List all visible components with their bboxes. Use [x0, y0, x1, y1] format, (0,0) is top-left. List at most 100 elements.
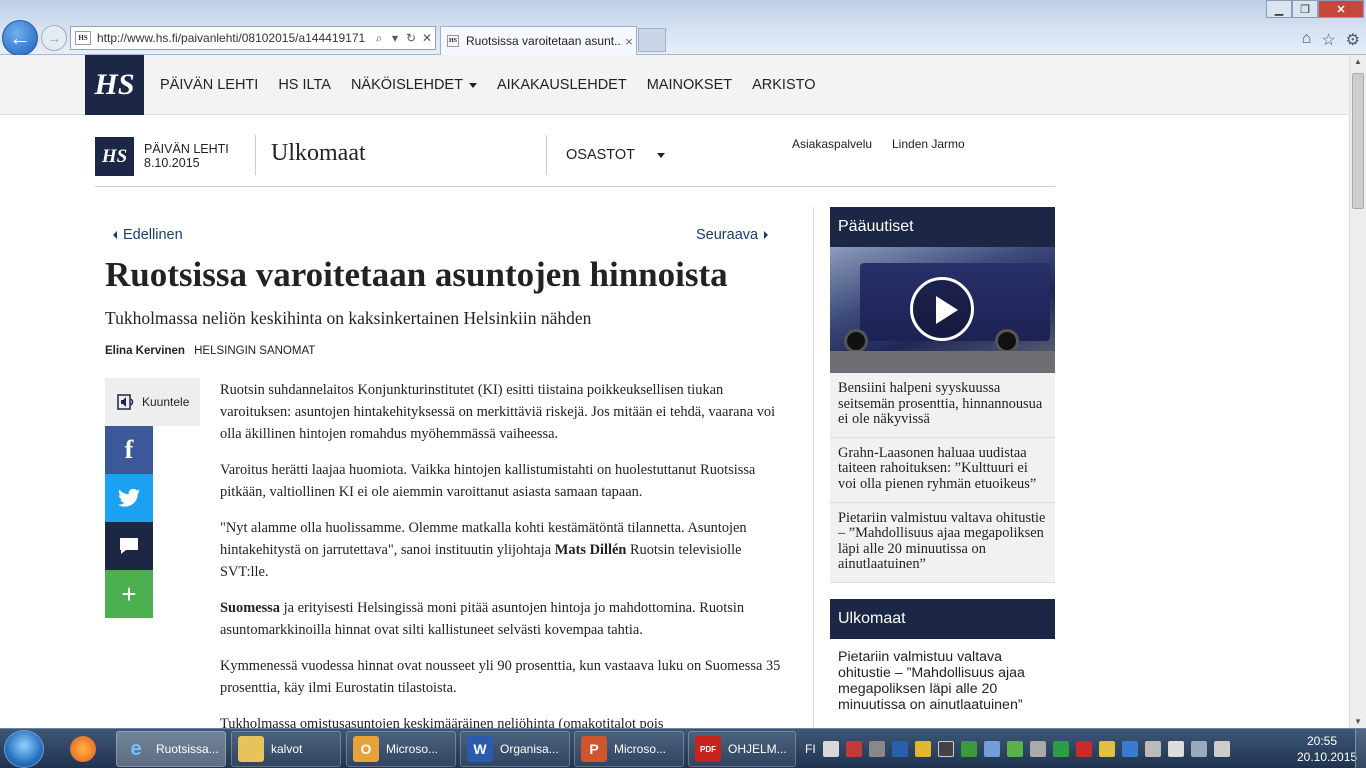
taskbar-firefox[interactable] [64, 731, 108, 767]
section-news-item[interactable]: Pietariin valmistuu valtava ohitustie – … [830, 638, 1055, 722]
paragraph: Tukholmassa omistusasuntojen keskimääräi… [220, 716, 664, 728]
edition-date: 8.10.2015 [144, 156, 200, 170]
edition-label: PÄIVÄN LEHTI [144, 142, 229, 156]
arrow-right-icon: → [47, 30, 61, 46]
network-icon[interactable] [1190, 741, 1207, 757]
taskbar-item-folder[interactable]: kalvot [231, 731, 341, 767]
twitter-share-button[interactable] [105, 474, 153, 522]
tray-icon[interactable] [1144, 741, 1161, 757]
taskbar-item-powerpoint[interactable]: P Microso... [574, 731, 684, 767]
tab-close-icon[interactable]: × [622, 34, 636, 49]
previous-article-link[interactable]: Edellinen [113, 227, 183, 243]
tray-icon[interactable] [960, 741, 977, 757]
nav-item-nakoislehdet[interactable]: NÄKÖISLEHDET [351, 77, 477, 93]
favorites-star-icon[interactable]: ☆ [1321, 30, 1335, 50]
taskbar-item-pdf[interactable]: PDF OHJELM... [688, 731, 796, 767]
scroll-up-icon[interactable]: ▲ [1354, 57, 1362, 66]
article-subheadline: Tukholmassa neliön keskihinta on kaksink… [105, 308, 592, 328]
nav-item-arkisto[interactable]: ARKISTO [752, 77, 815, 93]
minimize-button[interactable]: ▁ [1266, 0, 1292, 18]
volume-icon[interactable] [1213, 741, 1230, 757]
pdf-icon: PDF [695, 736, 721, 762]
tray-icon[interactable] [983, 741, 1000, 757]
article-body: Ruotsin suhdannelaitos Konjunkturinstitu… [220, 379, 785, 728]
nav-item-aikakauslehdet[interactable]: AIKAKAUSLEHDET [497, 77, 627, 93]
url-text[interactable]: http://www.hs.fi/paivanlehti/08102015/a1… [97, 31, 371, 45]
new-tab-button[interactable] [638, 28, 666, 52]
tray-icon[interactable] [1121, 741, 1138, 757]
refresh-icon[interactable]: ↻ [403, 31, 419, 45]
paragraph: Kymmenessä vuodessa hinnat ovat nousseet… [220, 658, 781, 696]
clock[interactable]: 20:55 20.10.2015 [1297, 733, 1358, 765]
browser-tab[interactable]: HS Ruotsissa varoitetaan asunt... × [440, 26, 637, 55]
security-shield-icon[interactable] [845, 741, 862, 757]
edition-info: PÄIVÄN LEHTI 8.10.2015 [144, 142, 229, 170]
search-icon[interactable]: ⌕ [371, 31, 387, 46]
taskbar-label: Microso... [386, 742, 439, 756]
close-window-button[interactable]: ✕ [1318, 0, 1364, 18]
show-desktop-button[interactable] [1355, 729, 1366, 768]
system-tray: FI [805, 729, 1230, 768]
facebook-share-button[interactable]: f [105, 426, 153, 474]
flag-icon[interactable] [1167, 741, 1184, 757]
taskbar-item-ie[interactable]: e Ruotsissa... [116, 731, 226, 767]
tray-icon[interactable] [868, 741, 885, 757]
more-share-button[interactable]: + [105, 570, 153, 618]
taskbar-label: Microso... [614, 742, 667, 756]
tray-icon[interactable] [1075, 741, 1092, 757]
home-icon[interactable]: ⌂ [1302, 30, 1312, 50]
back-button[interactable]: ← [2, 20, 38, 56]
scroll-down-icon[interactable]: ▼ [1354, 717, 1362, 726]
paragraph: Varoitus herätti laajaa huomiota. Vaikka… [220, 462, 756, 500]
arrow-left-icon: ← [9, 25, 31, 50]
play-icon[interactable] [910, 277, 974, 341]
language-indicator[interactable]: FI [805, 742, 816, 756]
next-article-link[interactable]: Seuraava [696, 227, 769, 243]
tray-icon[interactable] [1006, 741, 1023, 757]
taskbar-item-word[interactable]: W Organisa... [460, 731, 570, 767]
stop-icon[interactable]: ✕ [419, 31, 435, 45]
hs-logo[interactable]: HS [85, 55, 144, 115]
taskbar-item-outlook[interactable]: O Microso... [346, 731, 456, 767]
listen-button[interactable]: Kuuntele [105, 378, 200, 426]
address-bar[interactable]: HS http://www.hs.fi/paivanlehti/08102015… [70, 26, 436, 50]
scrollbar-thumb[interactable] [1352, 73, 1364, 209]
maximize-button[interactable]: ❐ [1292, 0, 1318, 18]
nav-item-hs-ilta[interactable]: HS ILTA [278, 77, 331, 93]
nav-item-paivan-lehti[interactable]: PÄIVÄN LEHTI [160, 77, 258, 93]
tray-icon[interactable] [937, 741, 954, 757]
clock-date: 20.10.2015 [1297, 750, 1358, 764]
top-news-header: Pääuutiset [830, 207, 1055, 247]
top-news-item[interactable]: Grahn-Laasonen haluaa uudistaa taiteen r… [830, 437, 1055, 503]
author-name: Elina Kervinen [105, 345, 185, 357]
taskbar: e Ruotsissa... kalvot O Microso... W Org… [0, 728, 1366, 768]
tray-icon[interactable] [1052, 741, 1069, 757]
video-thumbnail[interactable] [830, 247, 1055, 373]
departments-dropdown[interactable]: OSASTOT [566, 147, 666, 163]
forward-button[interactable]: → [41, 25, 67, 51]
user-account-link[interactable]: Linden Jarmo [892, 137, 965, 151]
dropdown-icon[interactable]: ▾ [387, 31, 403, 45]
paragraph: Suomessa ja erityisesti Helsingissä moni… [220, 597, 785, 641]
clock-time: 20:55 [1306, 734, 1338, 748]
tray-icon[interactable] [914, 741, 931, 757]
section-header: HS PÄIVÄN LEHTI 8.10.2015 Ulkomaat OSAST… [95, 115, 1055, 187]
top-news-item[interactable]: Bensiini halpeni syyskuussa seitsemän pr… [830, 373, 1055, 438]
settings-gear-icon[interactable]: ⚙ [1346, 30, 1360, 50]
tray-icon[interactable] [1029, 741, 1046, 757]
comment-button[interactable] [105, 522, 153, 570]
vertical-scrollbar[interactable]: ▲ ▼ [1349, 55, 1366, 728]
divider [255, 135, 256, 175]
speaker-icon [117, 394, 134, 410]
chevron-right-icon [764, 231, 769, 239]
start-button[interactable] [4, 730, 44, 768]
nav-item-mainokset[interactable]: MAINOKSET [647, 77, 732, 93]
customer-service-link[interactable]: Asiakaspalvelu [792, 137, 872, 151]
tray-icon[interactable] [891, 741, 908, 757]
tray-icon[interactable] [822, 741, 839, 757]
facebook-icon: f [124, 435, 134, 464]
tray-icon[interactable] [1098, 741, 1115, 757]
top-navigation: HS PÄIVÄN LEHTI HS ILTA NÄKÖISLEHDET AIK… [0, 55, 1349, 115]
top-news-item[interactable]: Pietariin valmistuu valtava ohitustie – … [830, 502, 1055, 583]
section-logo[interactable]: HS [95, 137, 134, 176]
